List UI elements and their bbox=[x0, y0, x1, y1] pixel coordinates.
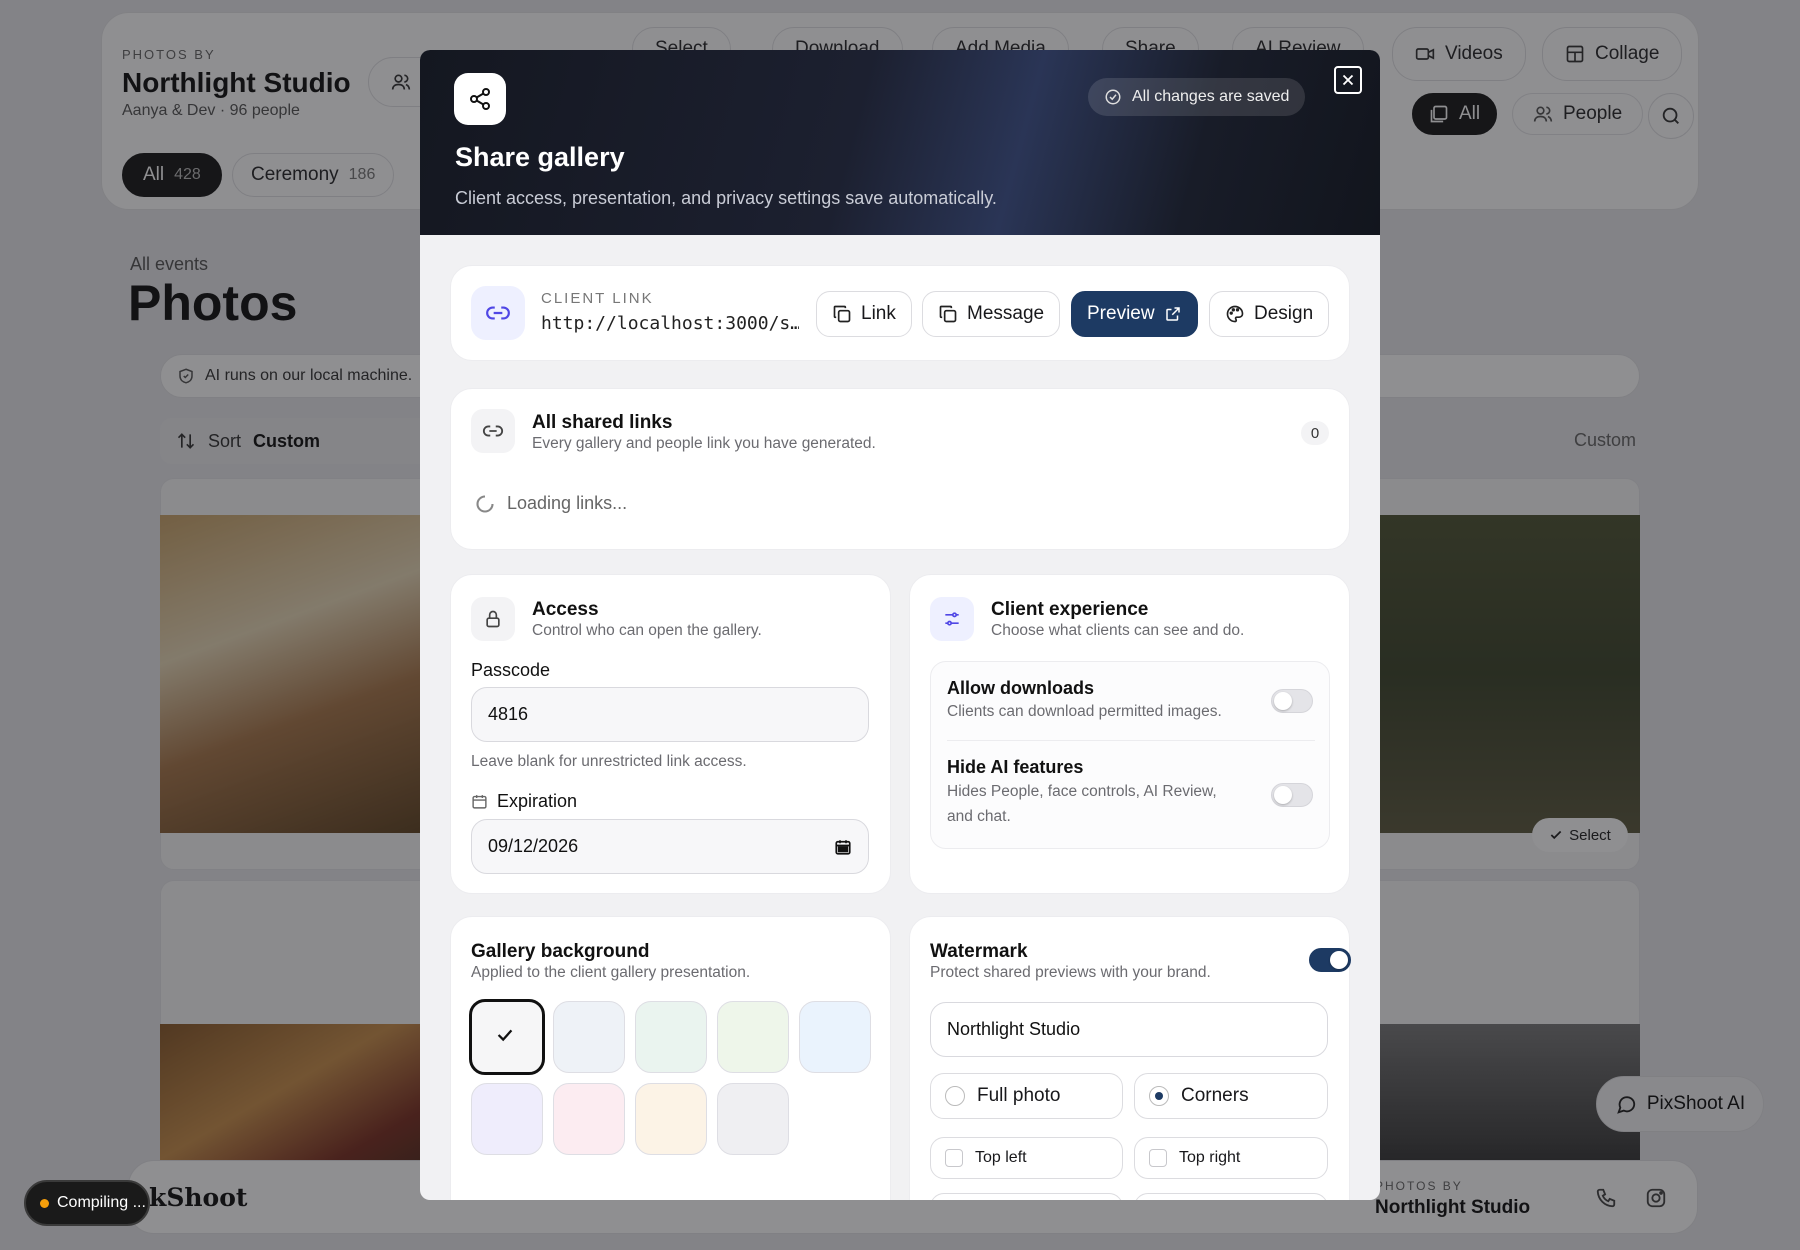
passcode-input[interactable]: 4816 bbox=[471, 687, 869, 742]
status-dot-icon bbox=[40, 1198, 49, 1208]
checkbox-icon bbox=[945, 1149, 963, 1167]
calendar-icon bbox=[471, 793, 488, 810]
calendar-picker-icon[interactable] bbox=[834, 838, 852, 856]
share-gallery-modal: All changes are saved Share gallery Clie… bbox=[420, 50, 1380, 1200]
shared-links-subtitle: Every gallery and people link you have g… bbox=[532, 435, 876, 452]
check-circle-icon bbox=[1104, 88, 1122, 106]
link-icon-box bbox=[471, 409, 515, 453]
background-swatch[interactable] bbox=[553, 1001, 625, 1073]
radio-icon bbox=[945, 1086, 965, 1106]
corner-bottom-right[interactable] bbox=[1134, 1193, 1328, 1200]
client-link-card: CLIENT LINK http://localhost:3000/s… Lin… bbox=[450, 265, 1350, 361]
modal-subtitle: Client access, presentation, and privacy… bbox=[455, 188, 997, 208]
loading-links: Loading links... bbox=[475, 493, 627, 514]
passcode-label: Passcode bbox=[471, 660, 551, 680]
copy-icon bbox=[832, 304, 852, 324]
allow-downloads-toggle[interactable] bbox=[1271, 689, 1313, 713]
expiration-date-input[interactable]: 09/12/2026 bbox=[471, 819, 869, 874]
background-swatch[interactable] bbox=[717, 1083, 789, 1155]
hide-ai-toggle[interactable] bbox=[1271, 783, 1313, 807]
copy-icon bbox=[938, 304, 958, 324]
divider bbox=[947, 740, 1315, 741]
palette-icon bbox=[1225, 304, 1245, 324]
background-swatch[interactable] bbox=[471, 1083, 543, 1155]
hide-ai-subtitle-1: Hides People, face controls, AI Review, bbox=[947, 783, 1217, 800]
background-swatch[interactable] bbox=[635, 1083, 707, 1155]
gallery-background-card: Gallery background Applied to the client… bbox=[450, 916, 891, 1200]
lock-icon bbox=[483, 609, 503, 629]
watermark-title: Watermark bbox=[930, 941, 1028, 962]
background-swatch[interactable] bbox=[799, 1001, 871, 1073]
hide-ai-subtitle-2: and chat. bbox=[947, 808, 1011, 825]
corner-bottom-left[interactable] bbox=[930, 1193, 1123, 1200]
modal-title: Share gallery bbox=[455, 142, 625, 172]
toggle-knob bbox=[1274, 692, 1292, 710]
expiration-label-row: Expiration bbox=[471, 791, 577, 812]
toggle-knob bbox=[1274, 786, 1292, 804]
background-swatch[interactable] bbox=[635, 1001, 707, 1073]
toggle-knob bbox=[1330, 951, 1348, 969]
lock-icon-box bbox=[471, 597, 515, 641]
preview-button[interactable]: Preview bbox=[1071, 291, 1198, 337]
shared-links-title: All shared links bbox=[532, 412, 673, 433]
link-icon-box bbox=[471, 286, 525, 340]
compiling-indicator: Compiling ... bbox=[24, 1180, 150, 1226]
watermark-mode-full-photo[interactable]: Full photo bbox=[930, 1073, 1123, 1119]
client-experience-title: Client experience bbox=[991, 599, 1149, 620]
background-swatch[interactable] bbox=[469, 999, 545, 1075]
close-icon bbox=[1339, 71, 1357, 89]
client-experience-card: Client experience Choose what clients ca… bbox=[909, 574, 1350, 894]
allow-downloads-title: Allow downloads bbox=[947, 678, 1094, 698]
shared-links-card: All shared links Every gallery and peopl… bbox=[450, 388, 1350, 550]
client-link-label: CLIENT LINK bbox=[541, 290, 654, 307]
access-card: Access Control who can open the gallery.… bbox=[450, 574, 891, 894]
saved-badge: All changes are saved bbox=[1088, 78, 1306, 116]
experience-options: Allow downloads Clients can download per… bbox=[930, 661, 1330, 849]
watermark-mode-corners[interactable]: Corners bbox=[1134, 1073, 1328, 1119]
sliders-icon-box bbox=[930, 597, 974, 641]
corner-top-right[interactable]: Top right bbox=[1134, 1137, 1328, 1179]
passcode-help: Leave blank for unrestricted link access… bbox=[471, 753, 747, 770]
background-swatch[interactable] bbox=[717, 1001, 789, 1073]
copy-message-button[interactable]: Message bbox=[922, 291, 1061, 337]
checkbox-icon bbox=[1149, 1149, 1167, 1167]
allow-downloads-subtitle: Clients can download permitted images. bbox=[947, 703, 1222, 720]
modal-header: All changes are saved Share gallery Clie… bbox=[420, 50, 1380, 235]
shared-links-count-badge: 0 bbox=[1301, 421, 1329, 445]
link-icon bbox=[482, 420, 504, 442]
watermark-subtitle: Protect shared previews with your brand. bbox=[930, 964, 1211, 981]
external-link-icon bbox=[1164, 305, 1182, 323]
check-icon bbox=[494, 1024, 516, 1046]
spinner-icon bbox=[475, 494, 495, 514]
close-button[interactable] bbox=[1334, 66, 1362, 94]
access-subtitle: Control who can open the gallery. bbox=[532, 622, 762, 639]
watermark-card: Watermark Protect shared previews with y… bbox=[909, 916, 1351, 1200]
gallery-background-title: Gallery background bbox=[471, 941, 650, 962]
hide-ai-title: Hide AI features bbox=[947, 757, 1084, 777]
radio-icon bbox=[1149, 1086, 1169, 1106]
gallery-background-subtitle: Applied to the client gallery presentati… bbox=[471, 964, 751, 981]
copy-link-button[interactable]: Link bbox=[816, 291, 912, 337]
access-title: Access bbox=[532, 599, 599, 620]
corner-top-left[interactable]: Top left bbox=[930, 1137, 1123, 1179]
share-icon bbox=[468, 87, 492, 111]
client-experience-subtitle: Choose what clients can see and do. bbox=[991, 622, 1245, 639]
sliders-icon bbox=[942, 609, 962, 629]
link-icon bbox=[485, 300, 511, 326]
watermark-text-input[interactable]: Northlight Studio bbox=[930, 1002, 1328, 1057]
background-swatch[interactable] bbox=[553, 1083, 625, 1155]
design-button[interactable]: Design bbox=[1209, 291, 1330, 337]
client-link-url[interactable]: http://localhost:3000/s… bbox=[541, 313, 799, 334]
watermark-toggle[interactable] bbox=[1309, 948, 1351, 972]
share-icon-box bbox=[454, 73, 506, 125]
